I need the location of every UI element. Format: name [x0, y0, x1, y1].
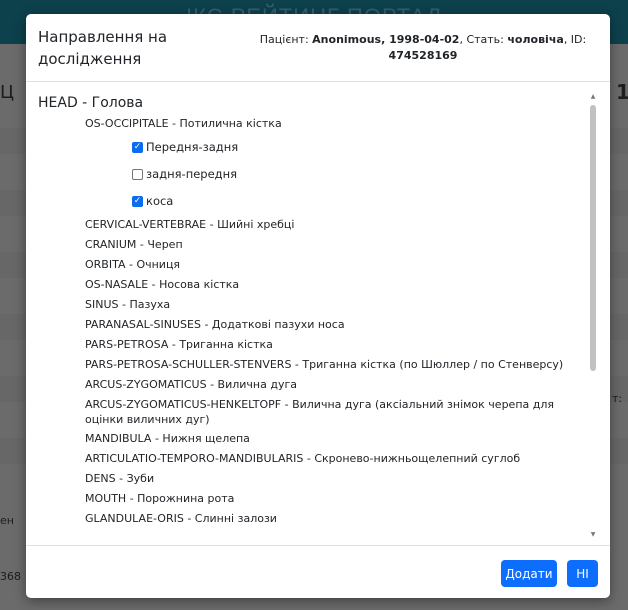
patient-sex: чоловіча	[507, 33, 564, 46]
referral-modal: Направлення на дослідження Пацієнт: Anon…	[26, 14, 610, 598]
no-button[interactable]: НІ	[567, 560, 598, 587]
tree-item[interactable]: CRANIUM - Череп	[85, 235, 588, 255]
tree-item[interactable]: OS-OCCIPITALE - Потилична кістка	[85, 114, 588, 134]
tree-item[interactable]: SINUS - Пазуха	[85, 295, 588, 315]
tree-item[interactable]: ARTICULATIO-TEMPORO-MANDIBULARIS - Скрон…	[85, 449, 588, 469]
tree-item[interactable]: ARCUS-ZYGOMATICUS-HENKELTOPF - Вилична д…	[85, 395, 588, 429]
tree-root-label[interactable]: HEAD - Голова	[38, 93, 588, 114]
checkbox-checked[interactable]: ✓	[132, 142, 143, 153]
add-button[interactable]: Додати	[501, 560, 557, 587]
tree-subitem[interactable]: ✓ Передня-задня	[85, 134, 588, 161]
tree-item[interactable]: GLANDULAE-ORIS - Слинні залози	[85, 509, 588, 529]
tree-item[interactable]: PARS-PETROSA - Триганна кістка	[85, 335, 588, 355]
subitem-label: коса	[146, 194, 174, 208]
checkbox-checked[interactable]: ✓	[132, 196, 143, 207]
patient-info: Пацієнт: Anonimous, 1998-04-02, Стать: ч…	[248, 32, 598, 64]
tree-subitem[interactable]: ✓ коса	[85, 188, 588, 215]
scroll-down-arrow-icon[interactable]: ▼	[590, 531, 596, 539]
patient-name: Anonimous, 1998-04-02	[312, 33, 460, 46]
modal-footer: Додати НІ	[26, 545, 610, 598]
scrollbar-thumb[interactable]	[590, 105, 596, 371]
modal-title: Направлення на дослідження	[38, 28, 168, 68]
patient-id: 474528169	[388, 49, 458, 62]
tree-item[interactable]: MANDIBULA - Нижня щелепа	[85, 429, 588, 449]
modal-header: Направлення на дослідження Пацієнт: Anon…	[26, 14, 610, 82]
tree-item[interactable]: PARS-PETROSA-SCHULLER-STENVERS - Триганн…	[85, 355, 588, 375]
tree-item[interactable]: OS-NASALE - Носова кістка	[85, 275, 588, 295]
patient-prefix: Пацієнт:	[259, 33, 309, 46]
tree-item[interactable]: ARCUS-ZYGOMATICUS - Вилична дуга	[85, 375, 588, 395]
tree-item[interactable]: DENS - Зуби	[85, 469, 588, 489]
tree-item[interactable]: CERVICAL-VERTEBRAE - Шийні хребці	[85, 215, 588, 235]
exam-tree: HEAD - Голова OS-OCCIPITALE - Потилична …	[38, 93, 588, 529]
scroll-up-arrow-icon[interactable]: ▲	[590, 93, 596, 101]
checkbox-unchecked[interactable]	[132, 169, 143, 180]
modal-body[interactable]: HEAD - Голова OS-OCCIPITALE - Потилична …	[26, 83, 610, 545]
patient-sex-label: , Стать:	[459, 33, 504, 46]
tree-subitem[interactable]: задня-передня	[85, 161, 588, 188]
tree-item[interactable]: PARANASAL-SINUSES - Додаткові пазухи нос…	[85, 315, 588, 335]
tree-item[interactable]: MOUTH - Порожнина рота	[85, 489, 588, 509]
scrollbar[interactable]: ▲ ▼	[588, 93, 598, 539]
patient-id-label: , ID:	[563, 33, 587, 46]
tree-item[interactable]: ORBITA - Очниця	[85, 255, 588, 275]
subitem-label: задня-передня	[146, 167, 238, 181]
subitem-label: Передня-задня	[146, 140, 239, 154]
tree-level-1: OS-OCCIPITALE - Потилична кістка ✓ Перед…	[38, 114, 588, 529]
